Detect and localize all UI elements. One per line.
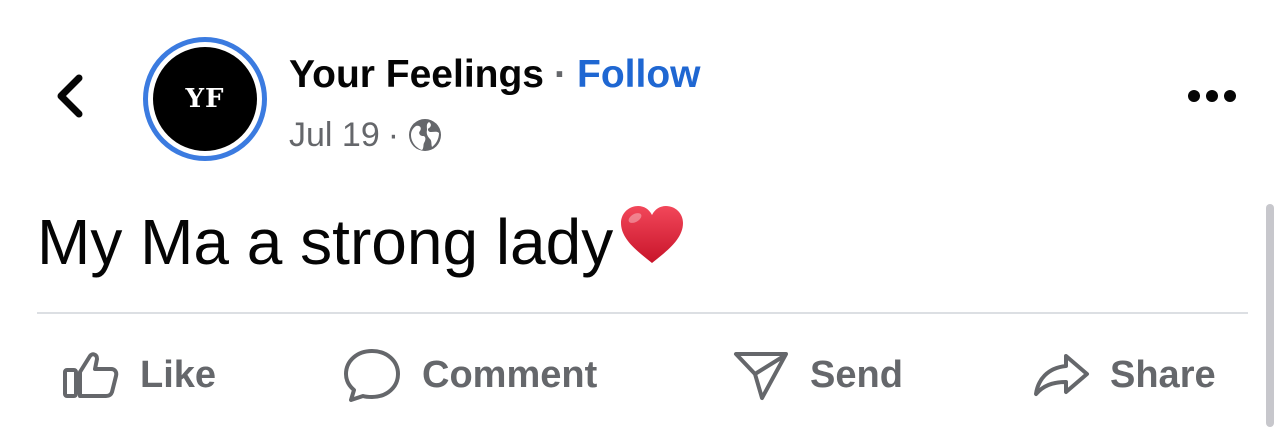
page-name-link[interactable]: Your Feelings [289, 53, 544, 97]
more-options-button[interactable] [1180, 76, 1244, 116]
comment-label: Comment [422, 353, 598, 396]
scrollbar[interactable] [1266, 204, 1274, 427]
header-separator: · [554, 53, 567, 96]
action-divider [37, 312, 1248, 314]
send-icon [732, 348, 790, 402]
avatar-initials: YF [153, 47, 257, 151]
post-body: My Ma a strong lady [37, 196, 687, 288]
heart-emoji-icon [617, 202, 687, 288]
comment-icon [342, 347, 402, 403]
post-text: My Ma a strong lady [37, 206, 614, 278]
post-meta: Jul 19 · [289, 113, 443, 157]
back-button[interactable] [48, 70, 92, 122]
page-avatar[interactable]: YF [143, 37, 267, 161]
like-button[interactable]: Like [62, 330, 216, 420]
thumbs-up-icon [62, 350, 120, 400]
chevron-left-icon [57, 74, 83, 118]
send-button[interactable]: Send [732, 330, 903, 420]
action-bar: Like Comment Send Share [0, 330, 1284, 420]
share-button[interactable]: Share [1032, 330, 1216, 420]
share-icon [1032, 352, 1090, 398]
comment-button[interactable]: Comment [342, 330, 597, 420]
send-label: Send [810, 353, 903, 396]
meta-separator: · [387, 115, 400, 154]
more-horizontal-icon [1188, 90, 1236, 102]
follow-button[interactable]: Follow [577, 53, 700, 97]
share-label: Share [1110, 353, 1216, 396]
like-label: Like [140, 353, 217, 396]
post-date[interactable]: Jul 19 [289, 116, 380, 155]
post-header: Your Feelings · Follow [289, 50, 700, 100]
globe-icon [407, 117, 443, 153]
